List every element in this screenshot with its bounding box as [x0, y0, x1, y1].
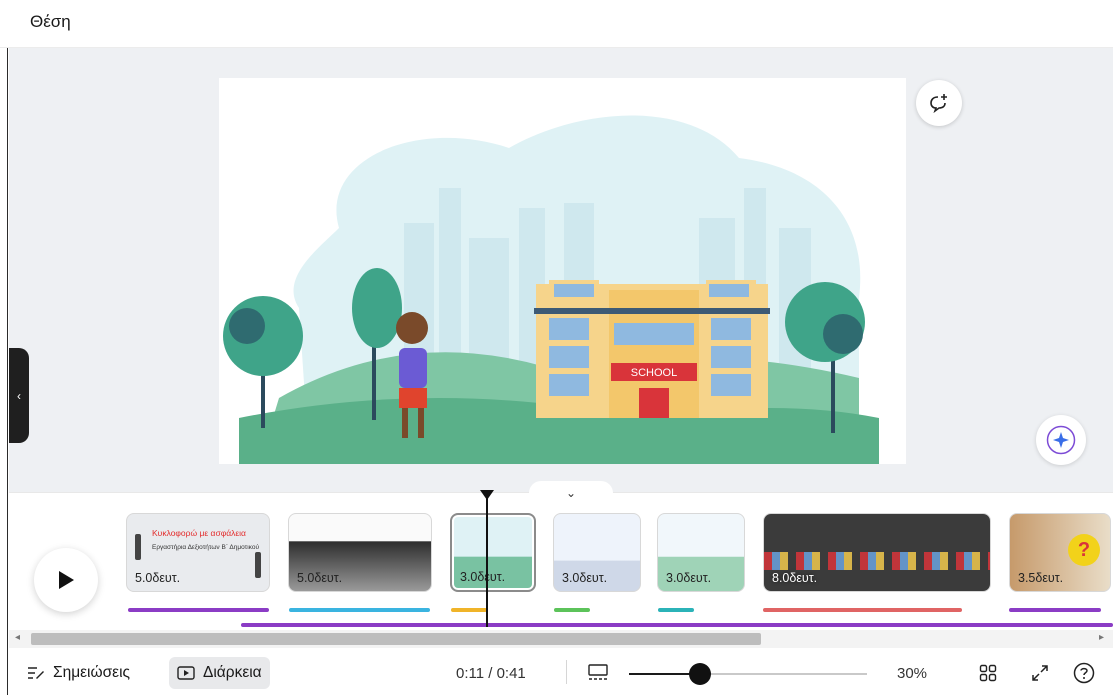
expand-icon [1032, 665, 1048, 681]
clip-1[interactable]: Κυκλοφορώ με ασφάλεια Εργαστήρια Δεξιοτή… [126, 513, 270, 592]
time-readout: 0:11 / 0:41 [456, 665, 526, 682]
clip-1-subtitle: Εργαστήρια Δεξιοτήτων Β΄ Δημοτικού [152, 544, 260, 551]
clip-5-color-bar [658, 608, 694, 612]
clip-duration: 3.0δευτ. [666, 571, 712, 585]
comment-add-icon [930, 94, 947, 114]
left-edge [0, 0, 8, 695]
help-button[interactable] [1071, 660, 1097, 686]
clip-3[interactable]: 3.0δευτ. [450, 513, 536, 592]
chevron-down-icon: ⌄ [565, 486, 577, 500]
fullscreen-button[interactable] [1027, 660, 1053, 686]
sparkle-icon [1046, 425, 1076, 455]
zoom-slider[interactable] [629, 663, 867, 685]
clip-3-color-bar [451, 608, 487, 612]
clip-duration: 3.5δευτ. [1018, 571, 1064, 585]
clip-7[interactable]: ? 3.5δευτ. [1009, 513, 1111, 592]
playhead[interactable] [486, 497, 488, 627]
duration-label: Διάρκεια [203, 664, 262, 681]
notes-icon [28, 667, 44, 679]
timeline: ⌄ Κυκλοφορώ με ασφάλεια Εργαστήρια Δεξιο… [9, 481, 1113, 630]
thumbnail-view-button[interactable] [585, 660, 611, 686]
zoom-slider-knob[interactable] [689, 663, 711, 685]
play-icon [59, 571, 74, 589]
clip-duration: 3.0δευτ. [460, 570, 506, 584]
timeline-toggle[interactable]: ⌄ [529, 481, 613, 505]
clip-6-color-bar [763, 608, 962, 612]
clip-4[interactable]: 3.0δευτ. [553, 513, 641, 592]
audio-track-bar[interactable] [241, 623, 1113, 627]
thumbnail-icon [588, 664, 608, 680]
clip-duration: 5.0δευτ. [297, 571, 343, 585]
playhead-handle-icon[interactable] [479, 489, 495, 501]
help-icon [1073, 662, 1095, 684]
add-comment-button[interactable] [916, 80, 962, 126]
timer-play-icon [177, 666, 195, 680]
grid-icon [979, 664, 997, 682]
children-illustration [764, 552, 990, 570]
grid-view-button[interactable] [975, 660, 1001, 686]
scroll-right-icon[interactable]: ▸ [1099, 632, 1104, 643]
clip-2-color-bar [289, 608, 430, 612]
magic-assistant-button[interactable] [1036, 415, 1086, 465]
clip-7-color-bar [1009, 608, 1101, 612]
top-bar: Θέση [0, 0, 1113, 48]
clip-duration: 5.0δευτ. [135, 571, 181, 585]
notes-label: Σημειώσεις [53, 664, 130, 681]
chevron-left-icon: ‹ [17, 388, 21, 403]
clip-4-color-bar [554, 608, 590, 612]
clip-duration: 8.0δευτ. [772, 571, 818, 585]
scrollbar-thumb[interactable] [31, 633, 761, 645]
zoom-percent: 30% [897, 665, 928, 682]
clip-6[interactable]: 8.0δευτ. [763, 513, 991, 592]
toolbar-divider [566, 660, 567, 684]
collapse-panel-button[interactable]: ‹ [9, 348, 29, 443]
traffic-light-icon [255, 552, 261, 578]
slide-canvas[interactable]: SCHOOL [219, 78, 906, 464]
traffic-light-icon [135, 534, 141, 560]
slide-illustration: SCHOOL [223, 115, 879, 464]
page-title: Θέση [30, 12, 71, 31]
clip-1-color-bar [128, 608, 269, 612]
notes-button[interactable]: Σημειώσεις [19, 657, 138, 689]
play-button[interactable] [34, 548, 98, 612]
timeline-scrollbar[interactable]: ◂ ▸ [9, 630, 1113, 648]
clip-1-title: Κυκλοφορώ με ασφάλεια [152, 528, 246, 538]
scroll-left-icon[interactable]: ◂ [15, 632, 20, 643]
clip-2[interactable]: 5.0δευτ. [288, 513, 432, 592]
question-mark-icon: ? [1068, 534, 1100, 566]
bottom-toolbar: Σημειώσεις Διάρκεια 0:11 / 0:41 30% [9, 648, 1113, 695]
duration-button[interactable]: Διάρκεια [169, 657, 270, 689]
clip-duration: 3.0δευτ. [562, 571, 608, 585]
clip-5[interactable]: 3.0δευτ. [657, 513, 745, 592]
school-sign: SCHOOL [631, 367, 677, 379]
